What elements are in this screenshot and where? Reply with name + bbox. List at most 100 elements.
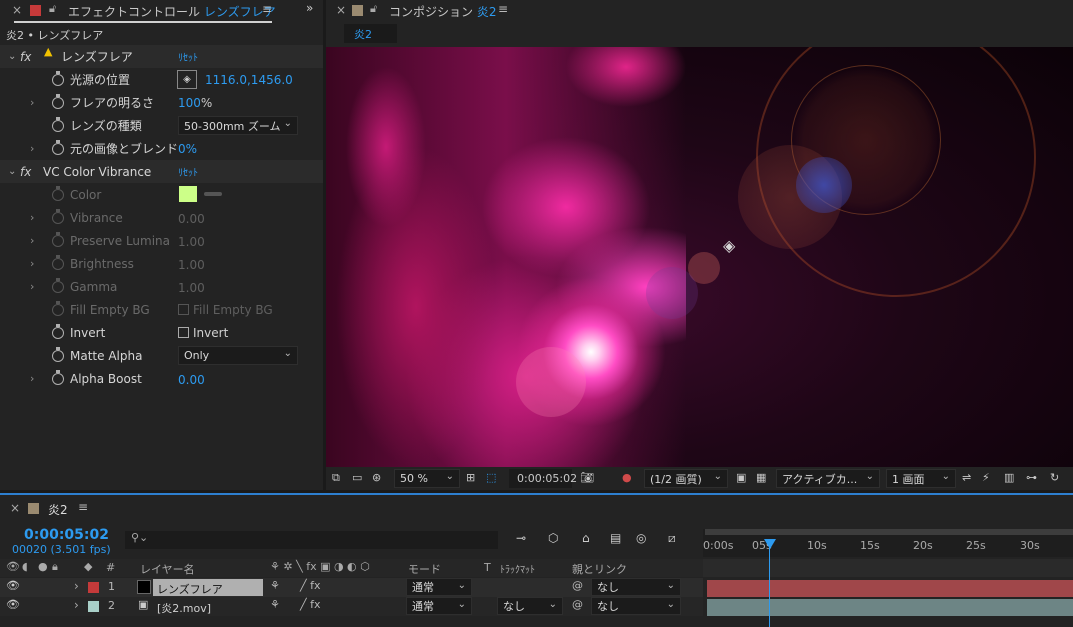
- stopwatch-icon[interactable]: [52, 254, 64, 270]
- resolution-dropdown[interactable]: (1/2 画質) ⌄: [644, 469, 728, 488]
- effect-header-lens-flare[interactable]: ⌄ fx ▲ レンズフレア ﾘｾｯﾄ: [0, 45, 323, 68]
- audio-header-icon[interactable]: ◖: [22, 560, 28, 573]
- toggle-icon[interactable]: ⇌: [962, 471, 971, 484]
- track-matte-dropdown[interactable]: なし ⌄: [497, 597, 563, 615]
- fx-switch-icon[interactable]: ╱ fx: [300, 598, 321, 611]
- eye-icon[interactable]: 👁︎: [6, 598, 20, 611]
- camera-dropdown[interactable]: アクティブカ... ⌄: [776, 469, 880, 488]
- comp-subtab[interactable]: 炎2: [344, 24, 397, 43]
- stopwatch-icon[interactable]: [52, 185, 64, 201]
- layer-duration-bar[interactable]: [707, 580, 1073, 597]
- expand-arrow-icon[interactable]: ›: [30, 280, 34, 293]
- shy-switch-icon[interactable]: ⚘: [270, 579, 280, 592]
- prop-value[interactable]: 1116.0,1456.0: [205, 73, 293, 87]
- label-color-chip[interactable]: [88, 582, 99, 593]
- stopwatch-icon[interactable]: [52, 139, 64, 155]
- parent-spiral-icon[interactable]: @: [572, 579, 583, 592]
- prop-value[interactable]: 1.00: [178, 281, 205, 295]
- close-icon[interactable]: ×: [12, 3, 22, 17]
- timeline-current-time[interactable]: 0:00:05:02: [24, 527, 109, 543]
- flare-center-marker-icon[interactable]: ◈: [723, 236, 735, 255]
- prop-value[interactable]: 1.00: [178, 235, 205, 249]
- timeline-tab-name[interactable]: 炎2: [48, 501, 68, 518]
- expand-arrow-icon[interactable]: ›: [30, 211, 34, 224]
- close-icon[interactable]: ×: [336, 3, 346, 17]
- label-header-icon[interactable]: ◆: [84, 560, 92, 573]
- layer-row[interactable]: 👁︎ › 1 レンズフレア ⚘ ╱ fx 通常 ⌄ @ なし ⌄: [0, 578, 703, 597]
- timeline-icon[interactable]: ▥: [1004, 471, 1014, 484]
- expand-arrow-icon[interactable]: ›: [30, 257, 34, 270]
- stopwatch-icon[interactable]: [52, 300, 64, 316]
- prop-value[interactable]: 1.00: [178, 258, 205, 272]
- matte-alpha-dropdown[interactable]: Only ⌄: [178, 346, 298, 365]
- transparency-grid-icon[interactable]: ▦: [756, 471, 766, 484]
- mode-dropdown[interactable]: 通常 ⌄: [406, 578, 472, 596]
- parent-dropdown[interactable]: なし ⌄: [591, 597, 681, 615]
- lock-icon[interactable]: 🔓︎: [49, 2, 56, 16]
- eye-icon[interactable]: 👁︎: [6, 579, 20, 592]
- double-chevron-icon[interactable]: »: [306, 1, 313, 15]
- panel-tab-title[interactable]: エフェクトコントロール レンズフレア: [68, 3, 276, 20]
- stopwatch-icon[interactable]: [52, 346, 64, 362]
- menu-icon[interactable]: ≡: [78, 500, 88, 514]
- prop-value[interactable]: 0%: [178, 142, 197, 156]
- shy-icon[interactable]: ⌂: [582, 531, 590, 545]
- time-ruler[interactable]: 0:00s 05s 10s 15s 20s 25s 30s: [703, 529, 1073, 557]
- layer-duration-bar[interactable]: [707, 599, 1073, 616]
- fx-icon[interactable]: fx: [20, 165, 31, 179]
- fx-switch-icon[interactable]: ╱ fx: [300, 579, 321, 592]
- effect-header-vc-color-vibrance[interactable]: ⌄ fx VC Color Vibrance ﾘｾｯﾄ: [0, 160, 323, 183]
- magnification-icon[interactable]: ⧉: [332, 471, 340, 485]
- mode-dropdown[interactable]: 通常 ⌄: [406, 597, 472, 615]
- prop-value[interactable]: 0.00: [178, 373, 205, 387]
- invert-checkbox[interactable]: [178, 327, 189, 338]
- menu-icon[interactable]: ≡: [498, 2, 508, 16]
- eye-header-icon[interactable]: 👁︎: [6, 560, 20, 573]
- draft-3d-icon[interactable]: ⬡: [548, 531, 558, 545]
- stopwatch-icon[interactable]: [52, 231, 64, 247]
- camera-icon[interactable]: 📷︎: [580, 471, 594, 484]
- layer-search-input[interactable]: ⚲⌄: [125, 531, 498, 549]
- parent-spiral-icon[interactable]: @: [572, 598, 583, 611]
- color-channel-icon[interactable]: ●: [622, 471, 632, 484]
- reset-exposure-icon[interactable]: ↻: [1050, 471, 1059, 484]
- reset-link[interactable]: ﾘｾｯﾄ: [178, 49, 198, 64]
- layer-row[interactable]: 👁︎ › 2 ▣ [炎2.mov] ⚘ ╱ fx 通常 ⌄ なし ⌄ @ なし ⌄: [0, 597, 703, 616]
- label-color-chip[interactable]: [88, 601, 99, 612]
- expand-arrow-icon[interactable]: ›: [30, 234, 34, 247]
- comp-flowchart-icon[interactable]: ⊸: [516, 531, 526, 545]
- zoom-dropdown[interactable]: 50 % ⌄: [394, 469, 460, 488]
- shy-switch-icon[interactable]: ⚘: [270, 598, 280, 611]
- eyedropper-icon[interactable]: [204, 192, 222, 196]
- mask-icon[interactable]: ⬚: [486, 471, 496, 484]
- prop-value[interactable]: 100%: [178, 96, 212, 110]
- views-dropdown[interactable]: 1 画面 ⌄: [886, 469, 956, 488]
- expand-arrow-icon[interactable]: ›: [30, 142, 34, 155]
- color-swatch[interactable]: [179, 186, 197, 202]
- graph-editor-icon[interactable]: ⧄: [668, 531, 676, 546]
- work-area-bar[interactable]: [705, 529, 1073, 535]
- parent-header[interactable]: 親とリンク: [572, 561, 627, 577]
- mode-header[interactable]: モード: [408, 561, 441, 577]
- layer-name[interactable]: [炎2.mov]: [153, 598, 263, 615]
- stopwatch-icon[interactable]: [52, 116, 64, 132]
- current-time[interactable]: 0:00:05:02: [509, 469, 577, 488]
- trkmat-header[interactable]: ﾄﾗｯｸﾏｯﾄ: [500, 561, 535, 576]
- stopwatch-icon[interactable]: [52, 93, 64, 109]
- fill-empty-bg-checkbox[interactable]: [178, 304, 189, 315]
- grid-icon[interactable]: ⊞: [466, 471, 475, 484]
- prop-value[interactable]: 0.00: [178, 212, 205, 226]
- lock-header-icon[interactable]: 🔒︎: [52, 560, 58, 574]
- menu-icon[interactable]: ≡: [262, 2, 272, 16]
- stopwatch-icon[interactable]: [52, 369, 64, 385]
- solo-header-icon[interactable]: ●: [38, 560, 48, 573]
- expand-arrow-icon[interactable]: ›: [74, 598, 79, 612]
- playhead-handle[interactable]: [764, 539, 776, 549]
- expand-arrow-icon[interactable]: ›: [30, 96, 34, 109]
- fx-icon[interactable]: fx: [20, 50, 31, 64]
- expand-arrow-icon[interactable]: ›: [30, 372, 34, 385]
- close-icon[interactable]: ×: [10, 501, 20, 515]
- lens-type-dropdown[interactable]: 50-300mm ズーム ⌄: [178, 116, 298, 135]
- lock-icon[interactable]: 🔓︎: [370, 2, 377, 16]
- comp-tab-title[interactable]: コンポジション 炎2: [389, 3, 496, 20]
